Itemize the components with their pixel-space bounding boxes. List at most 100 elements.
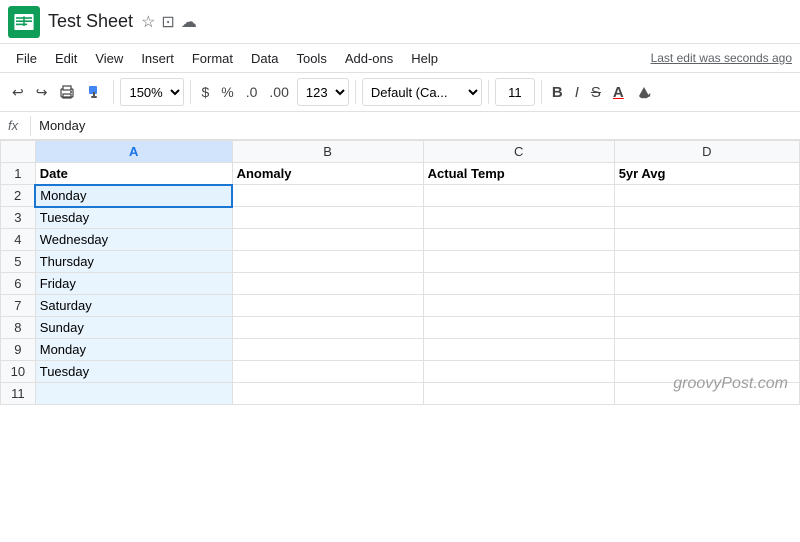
- col-header-b[interactable]: B: [232, 141, 423, 163]
- cell-11-b[interactable]: [232, 383, 423, 405]
- font-family-select[interactable]: Default (Ca...: [362, 78, 482, 106]
- cell-8-a[interactable]: Sunday: [35, 317, 232, 339]
- cell-9-c[interactable]: [423, 339, 614, 361]
- cell-7-b[interactable]: [232, 295, 423, 317]
- watermark: groovyPost.com: [673, 375, 788, 393]
- cell-9-d[interactable]: [614, 339, 799, 361]
- cell-1-b[interactable]: Anomaly: [232, 163, 423, 185]
- row-number[interactable]: 10: [1, 361, 36, 383]
- cell-5-b[interactable]: [232, 251, 423, 273]
- cell-6-b[interactable]: [232, 273, 423, 295]
- column-header-row: A B C D: [1, 141, 800, 163]
- row-number[interactable]: 7: [1, 295, 36, 317]
- row-number[interactable]: 1: [1, 163, 36, 185]
- paint-format-icon: [87, 84, 103, 100]
- percent-button[interactable]: %: [217, 81, 237, 103]
- cell-6-d[interactable]: [614, 273, 799, 295]
- last-edit-status: Last edit was seconds ago: [651, 51, 792, 65]
- menu-help[interactable]: Help: [403, 48, 446, 69]
- cloud-icon[interactable]: ☁: [181, 12, 197, 32]
- cell-4-d[interactable]: [614, 229, 799, 251]
- cell-8-b[interactable]: [232, 317, 423, 339]
- cell-10-c[interactable]: [423, 361, 614, 383]
- folder-icon[interactable]: ⊡: [161, 12, 174, 32]
- menu-tools[interactable]: Tools: [288, 48, 334, 69]
- cell-2-c[interactable]: [423, 185, 614, 207]
- decimal-decrease-button[interactable]: .0: [242, 81, 262, 103]
- cell-4-a[interactable]: Wednesday: [35, 229, 232, 251]
- row-number[interactable]: 8: [1, 317, 36, 339]
- row-number[interactable]: 3: [1, 207, 36, 229]
- title-action-icons: ☆ ⊡ ☁: [141, 12, 197, 32]
- zoom-select[interactable]: 150% 100% 75%: [120, 78, 184, 106]
- cell-6-a[interactable]: Friday: [35, 273, 232, 295]
- cell-11-a[interactable]: [35, 383, 232, 405]
- star-icon[interactable]: ☆: [141, 12, 155, 32]
- col-header-d[interactable]: D: [614, 141, 799, 163]
- cell-8-d[interactable]: [614, 317, 799, 339]
- cell-9-a[interactable]: Monday: [35, 339, 232, 361]
- row-number[interactable]: 5: [1, 251, 36, 273]
- col-header-c[interactable]: C: [423, 141, 614, 163]
- cell-5-c[interactable]: [423, 251, 614, 273]
- cell-7-a[interactable]: Saturday: [35, 295, 232, 317]
- menu-insert[interactable]: Insert: [133, 48, 182, 69]
- cell-7-c[interactable]: [423, 295, 614, 317]
- decimal-increase-button[interactable]: .00: [265, 81, 292, 103]
- cell-3-d[interactable]: [614, 207, 799, 229]
- cell-2-a[interactable]: Monday: [35, 185, 232, 207]
- toolbar-divider-3: [355, 80, 356, 104]
- redo-button[interactable]: ↪: [32, 81, 52, 104]
- menu-format[interactable]: Format: [184, 48, 241, 69]
- cell-2-b[interactable]: [232, 185, 423, 207]
- fill-color-button[interactable]: [632, 81, 656, 103]
- menu-addons[interactable]: Add-ons: [337, 48, 401, 69]
- menu-file[interactable]: File: [8, 48, 45, 69]
- cell-10-a[interactable]: Tuesday: [35, 361, 232, 383]
- menu-data[interactable]: Data: [243, 48, 286, 69]
- cell-5-a[interactable]: Thursday: [35, 251, 232, 273]
- cell-2-d[interactable]: [614, 185, 799, 207]
- cell-1-c[interactable]: Actual Temp: [423, 163, 614, 185]
- table-row: 3Tuesday: [1, 207, 800, 229]
- toolbar-divider-5: [541, 80, 542, 104]
- row-number[interactable]: 6: [1, 273, 36, 295]
- menu-view[interactable]: View: [87, 48, 131, 69]
- bold-button[interactable]: B: [548, 81, 567, 104]
- cell-6-c[interactable]: [423, 273, 614, 295]
- col-header-a[interactable]: A: [35, 141, 232, 163]
- row-number[interactable]: 4: [1, 229, 36, 251]
- title-bar: Test Sheet ☆ ⊡ ☁: [0, 0, 800, 44]
- row-number[interactable]: 9: [1, 339, 36, 361]
- toolbar-divider-4: [488, 80, 489, 104]
- italic-button[interactable]: I: [571, 81, 583, 104]
- font-color-button[interactable]: A: [609, 81, 628, 104]
- number-format-select[interactable]: 123: [297, 78, 349, 106]
- cell-7-d[interactable]: [614, 295, 799, 317]
- cell-3-a[interactable]: Tuesday: [35, 207, 232, 229]
- currency-button[interactable]: $: [197, 81, 213, 103]
- cell-11-c[interactable]: [423, 383, 614, 405]
- cell-5-d[interactable]: [614, 251, 799, 273]
- cell-3-c[interactable]: [423, 207, 614, 229]
- cell-4-b[interactable]: [232, 229, 423, 251]
- cell-3-b[interactable]: [232, 207, 423, 229]
- cell-4-c[interactable]: [423, 229, 614, 251]
- cell-8-c[interactable]: [423, 317, 614, 339]
- font-size-input[interactable]: [495, 78, 535, 106]
- print-button[interactable]: [55, 81, 79, 103]
- row-number[interactable]: 11: [1, 383, 36, 405]
- cell-1-a[interactable]: Date: [35, 163, 232, 185]
- fill-color-icon: [636, 84, 652, 100]
- paint-format-button[interactable]: [83, 81, 107, 103]
- table-row: 1DateAnomalyActual Temp5yr Avg: [1, 163, 800, 185]
- row-number[interactable]: 2: [1, 185, 36, 207]
- cell-9-b[interactable]: [232, 339, 423, 361]
- formula-content[interactable]: Monday: [39, 118, 792, 133]
- menu-edit[interactable]: Edit: [47, 48, 85, 69]
- cell-10-b[interactable]: [232, 361, 423, 383]
- spreadsheet-area: A B C D 1DateAnomalyActual Temp5yr Avg2M…: [0, 140, 800, 405]
- strikethrough-button[interactable]: S: [587, 81, 605, 104]
- undo-button[interactable]: ↩: [8, 81, 28, 104]
- cell-1-d[interactable]: 5yr Avg: [614, 163, 799, 185]
